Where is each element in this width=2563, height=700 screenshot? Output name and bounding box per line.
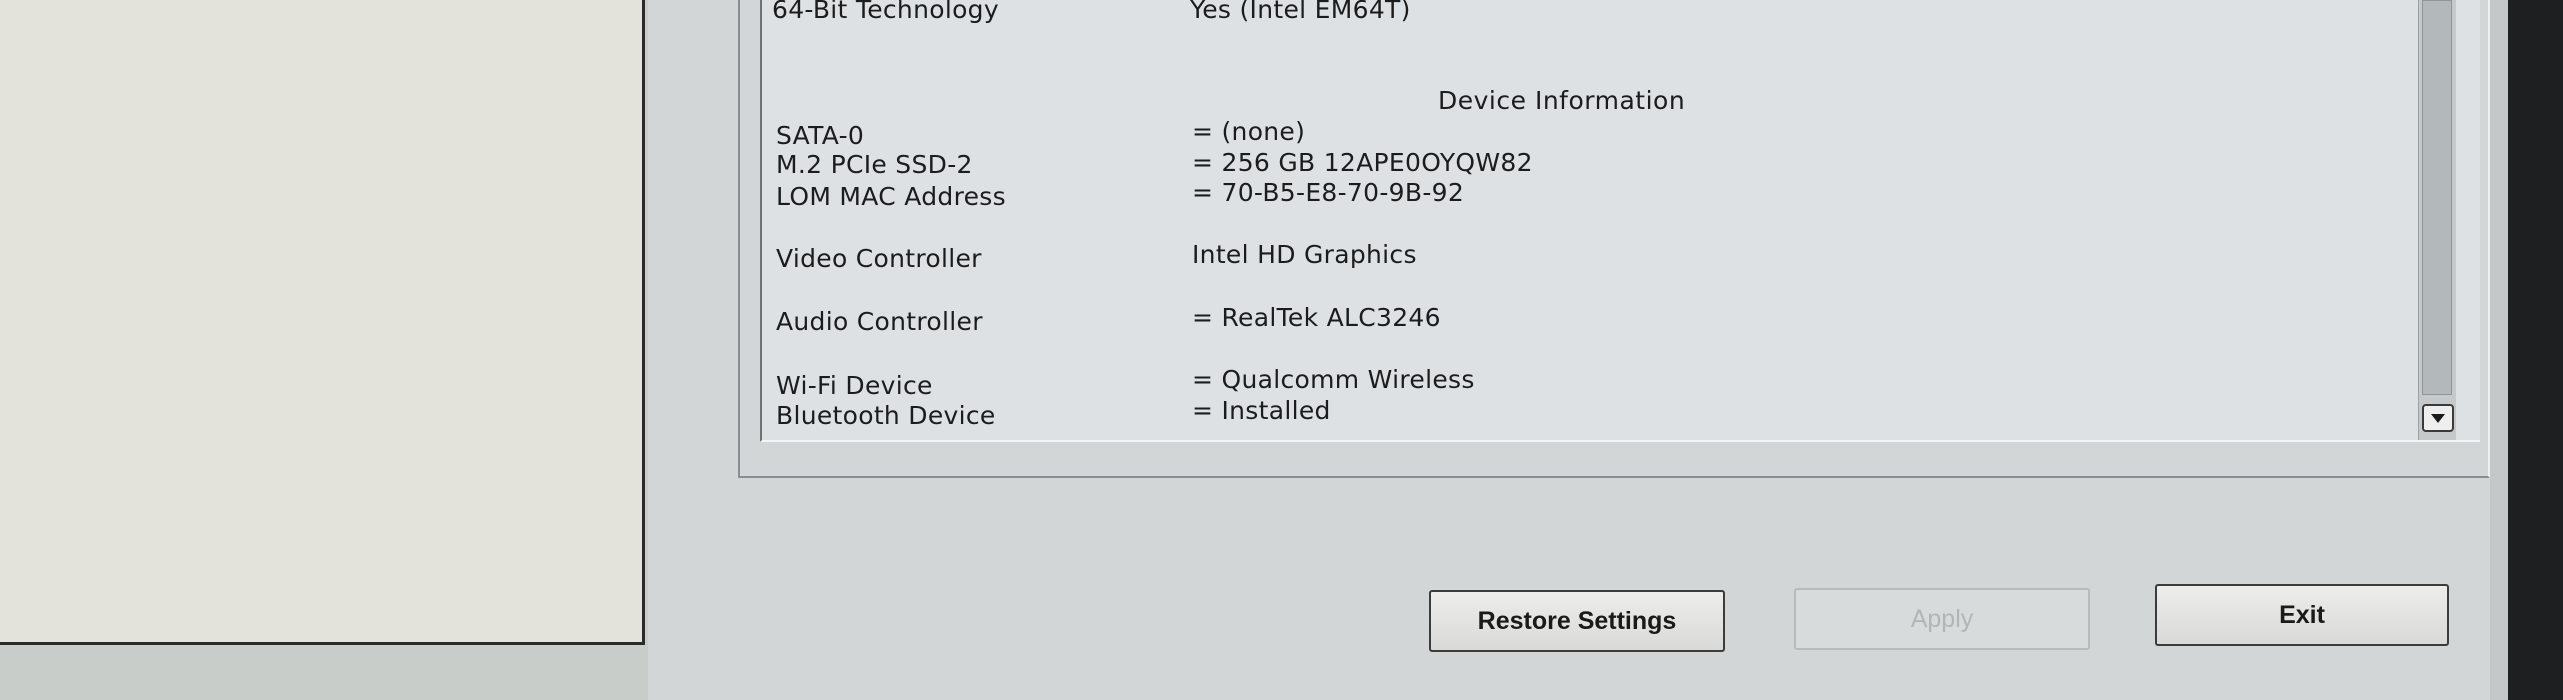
row-label-sata: SATA-0: [776, 121, 865, 150]
row-value-m2-ssd: = 256 GB 12APE0OYQW82: [1192, 148, 1533, 177]
row-label-lom-mac: LOM MAC Address: [776, 182, 1006, 211]
row-label-m2-ssd: M.2 PCIe SSD-2: [776, 150, 973, 179]
row-label-bluetooth-device: Bluetooth Device: [776, 401, 996, 430]
scrollbar-thumb[interactable]: [2422, 0, 2452, 395]
restore-settings-button[interactable]: Restore Settings: [1429, 590, 1725, 652]
exit-button[interactable]: Exit: [2155, 584, 2449, 646]
window-border: [2490, 0, 2508, 700]
navigation-pane[interactable]: [0, 0, 645, 645]
row-value-bluetooth-device: = Installed: [1192, 396, 1331, 425]
row-label-64bit: 64-Bit Technology: [772, 0, 999, 24]
row-value-lom-mac: = 70-B5-E8-70-9B-92: [1192, 178, 1465, 207]
row-value-sata: = (none): [1192, 117, 1306, 146]
row-value-64bit: Yes (Intel EM64T): [1190, 0, 1411, 24]
row-value-wifi-device: = Qualcomm Wireless: [1192, 365, 1475, 394]
row-label-wifi-device: Wi-Fi Device: [776, 371, 933, 400]
row-label-audio-controller: Audio Controller: [776, 307, 983, 336]
row-value-video-controller: Intel HD Graphics: [1192, 240, 1417, 269]
row-label-video-controller: Video Controller: [776, 244, 982, 273]
device-information-title: Device Information: [1438, 86, 1686, 115]
vertical-scrollbar[interactable]: [2418, 0, 2456, 440]
apply-button[interactable]: Apply: [1794, 588, 2090, 650]
chevron-down-icon: [2431, 413, 2445, 423]
row-value-audio-controller: = RealTek ALC3246: [1192, 303, 1441, 332]
scroll-down-button[interactable]: [2422, 404, 2454, 432]
system-information-box: 64-Bit Technology Yes (Intel EM64T) Devi…: [760, 0, 2480, 442]
screen-bezel: [2508, 0, 2563, 700]
